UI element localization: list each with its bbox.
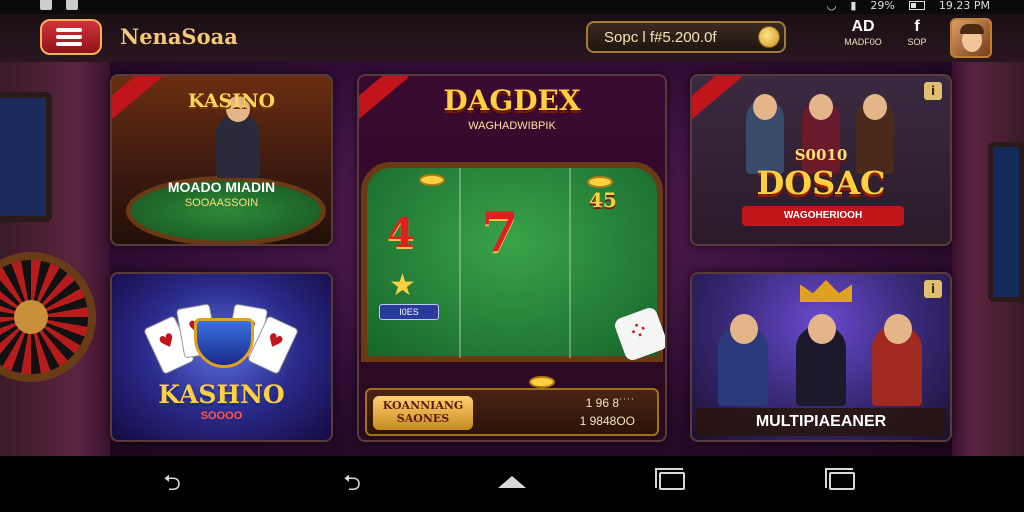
game-logo: KASINO	[188, 90, 276, 112]
chip-icon	[529, 376, 555, 388]
reel-symbol-7: 7	[481, 200, 519, 264]
info-icon[interactable]: i	[924, 280, 942, 298]
ad-button[interactable]: AD MADF0O	[838, 18, 888, 47]
jackpot-label: KOANNIANG SAONES	[373, 396, 473, 430]
game-subtitle: WAGHADWIBPIK	[468, 120, 556, 132]
battery-icon	[908, 1, 925, 10]
reel-divider	[459, 168, 461, 358]
game-logo: KASHNO	[158, 380, 285, 409]
info-icon[interactable]: i	[924, 82, 942, 100]
recents-icon	[825, 468, 855, 490]
casino-backdrop-right	[952, 62, 1024, 456]
game-logo-top: S0010	[794, 146, 848, 164]
system-nav-bar: ⮌ ⮌	[0, 456, 1024, 512]
game-card-dagdex[interactable]: DAGDEX WAGHADWIBPIK 4 7 45 ★ I0ES KOANNI…	[357, 74, 667, 442]
game-title: MOADO MIADIN	[167, 179, 276, 195]
avatar[interactable]	[950, 18, 992, 58]
chip-icon	[587, 176, 613, 188]
game-lobby: KASINO MOADO MIADIN SOOAASSOIN KASHNO SO…	[0, 62, 1024, 456]
menu-icon-line	[56, 42, 82, 46]
menu-icon-line	[56, 35, 82, 39]
chip-icon	[419, 174, 445, 186]
ribbon	[112, 76, 162, 123]
reel-symbol-4: 4	[387, 210, 415, 257]
game-card-kashno[interactable]: KASHNO SOOOO	[110, 272, 333, 442]
balance-label: Sopc l f#5.200.0f	[604, 28, 717, 46]
game-subtitle: SOOOO	[200, 410, 243, 422]
battery-percent: 29%	[870, 0, 895, 12]
recents-icon	[655, 468, 685, 490]
ribbon	[692, 76, 742, 123]
jackpot-label-line1: KOANNIANG	[382, 399, 464, 412]
ad-button-label: MADF0O	[844, 37, 882, 47]
app-title: NenaSoaa	[120, 24, 238, 49]
shop-button-label: SOP	[907, 37, 927, 47]
star-icon: ★	[389, 268, 416, 303]
reel-symbol-45: 45	[589, 188, 617, 212]
signal-icon: ▮	[850, 0, 857, 12]
back-button-2[interactable]: ⮌	[332, 472, 372, 496]
gallery-icon	[66, 0, 78, 10]
game-title: MULTIPIAEANER	[755, 413, 887, 430]
menu-icon	[56, 28, 82, 32]
recents-button[interactable]	[652, 468, 692, 496]
shop-button[interactable]: f SOP	[892, 18, 942, 47]
character-figure	[872, 314, 922, 406]
shop-icon: f	[914, 18, 920, 35]
home-button[interactable]	[492, 472, 532, 496]
roulette-wheel	[0, 252, 96, 382]
dealer-figure	[216, 96, 260, 178]
game-logo: DAGDEX	[443, 84, 581, 117]
reel-divider	[569, 168, 571, 358]
app-bar: NenaSoaa Sopc l f#5.200.0f AD MADF0O f S…	[0, 14, 1024, 62]
jackpot-panel: KOANNIANG SAONES 1 96 8˙˙˙˙ 1 9848OO	[365, 388, 659, 436]
slot-monitor	[0, 92, 52, 222]
ad-icon: AD	[851, 18, 875, 35]
jackpot-label-line2: SAONES	[396, 412, 450, 425]
casino-backdrop-left	[0, 62, 110, 456]
recents-button-2[interactable]	[822, 468, 862, 496]
status-bar: ◡ ▮ 29% 19.23 PM	[0, 0, 1024, 14]
game-card-multiplayer[interactable]: i MULTIPIAEANER	[690, 272, 952, 442]
back-button[interactable]: ⮌	[152, 472, 192, 496]
game-card-dosac[interactable]: i S0010 DOSAC WAGOHERIOOH	[690, 74, 952, 246]
character-figure	[796, 314, 846, 406]
game-subtitle: SOOAASSOIN	[184, 197, 259, 209]
status-time: 19.23 PM	[938, 0, 990, 12]
home-icon	[498, 476, 526, 488]
avatar-hair	[960, 24, 984, 34]
game-banner: WAGOHERIOOH	[742, 206, 904, 226]
menu-button[interactable]	[40, 19, 102, 55]
jackpot-value-2: 1 9848OO	[579, 414, 635, 428]
slot-screen	[988, 142, 1024, 302]
character-figure	[718, 314, 768, 406]
coin-icon[interactable]	[758, 26, 780, 48]
game-tag: I0ES	[379, 304, 439, 320]
balance-display[interactable]: Sopc l f#5.200.0f	[586, 21, 786, 53]
crown-icon	[800, 280, 852, 302]
notification-icon	[40, 0, 52, 10]
game-card-kasino[interactable]: KASINO MOADO MIADIN SOOAASSOIN	[110, 74, 333, 246]
back-icon: ⮌	[163, 471, 181, 496]
back-icon: ⮌	[343, 471, 361, 496]
wifi-icon: ◡	[826, 0, 837, 12]
jackpot-value-1: 1 96 8˙˙˙˙	[585, 396, 635, 410]
game-logo: DOSAC	[756, 164, 886, 202]
